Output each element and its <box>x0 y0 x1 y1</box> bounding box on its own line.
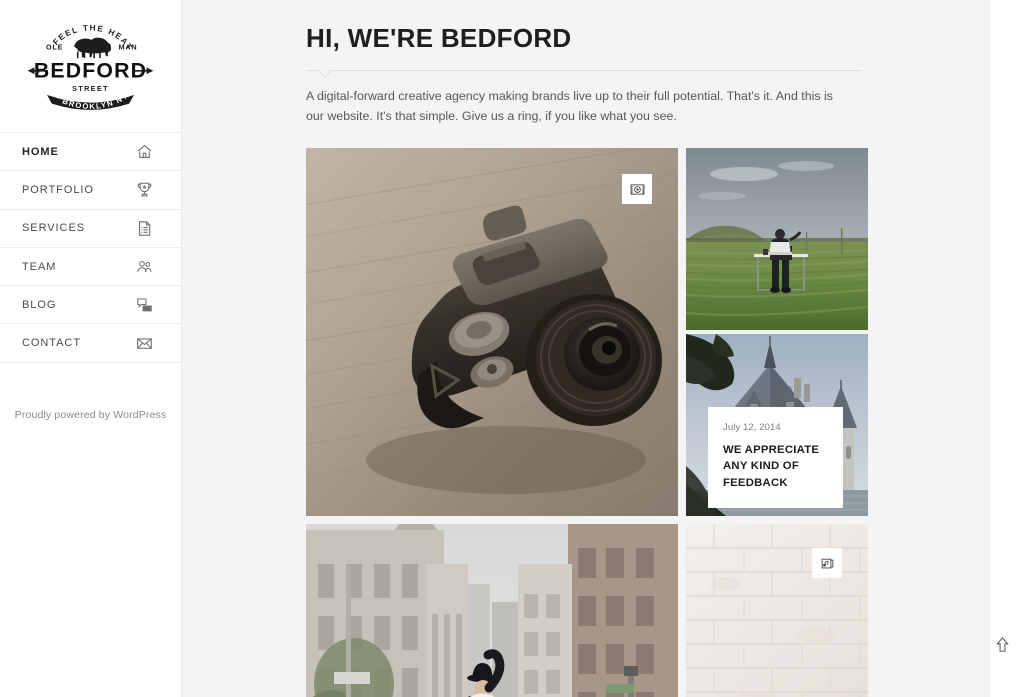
grid-tile-field[interactable] <box>686 148 868 331</box>
scroll-to-top-button[interactable] <box>991 633 1013 655</box>
svg-text:STREET: STREET <box>72 84 109 93</box>
post-format-badge-video[interactable] <box>622 174 652 205</box>
grid-tile-brick[interactable]: 1 SAC EN LOCATION SEL de MER <box>686 524 868 697</box>
right-gutter <box>990 0 1024 697</box>
grid-tile-street[interactable] <box>306 524 678 697</box>
post-card[interactable]: July 12, 2014 WE APPRECIATE ANY KIND OF … <box>708 407 843 508</box>
trophy-icon <box>136 181 153 198</box>
intro-paragraph: A digital-forward creative agency making… <box>306 88 833 124</box>
title-divider <box>306 69 862 71</box>
sidebar-item-portfolio[interactable]: PORTFOLIO <box>0 171 181 210</box>
sidebar-item-label: SERVICES <box>22 222 86 235</box>
site-footer: Proudly powered by WordPress <box>0 409 181 421</box>
page-title: HI, WE'RE BEDFORD <box>306 23 572 53</box>
main-navigation: HOME PORTFOLIO SERVICES TEAM BLOG CONTAC… <box>0 132 181 363</box>
post-format-badge-audio[interactable] <box>812 548 842 579</box>
sidebar-item-label: BLOG <box>22 298 57 311</box>
video-icon <box>630 184 644 195</box>
home-icon <box>136 143 153 160</box>
sidebar-item-label: TEAM <box>22 260 57 273</box>
portfolio-grid: July 12, 2014 WE APPRECIATE ANY KIND OF … <box>306 148 868 697</box>
sidebar-item-team[interactable]: TEAM <box>0 248 181 287</box>
svg-text:OLE: OLE <box>46 43 63 52</box>
scroll-to-top-icon <box>995 636 1009 652</box>
audio-icon <box>821 558 833 569</box>
sidebar-item-label: HOME <box>22 145 59 158</box>
site-logo[interactable]: FEEL THE HEAT OLE MAN BEDFORD STREET BRO… <box>0 0 181 132</box>
bedford-homepage: FEEL THE HEAT OLE MAN BEDFORD STREET BRO… <box>0 0 1024 697</box>
grid-tile-castle[interactable]: July 12, 2014 WE APPRECIATE ANY KIND OF … <box>686 334 868 517</box>
post-title: WE APPRECIATE ANY KIND OF FEEDBACK <box>723 444 820 489</box>
document-icon <box>136 220 153 237</box>
svg-text:BEDFORD: BEDFORD <box>34 59 147 83</box>
street-photo <box>306 524 678 697</box>
sidebar: FEEL THE HEAT OLE MAN BEDFORD STREET BRO… <box>0 0 182 697</box>
field-photo <box>686 148 868 331</box>
bison-icon <box>74 37 112 59</box>
sidebar-item-label: CONTACT <box>22 337 81 350</box>
sidebar-item-label: PORTFOLIO <box>22 183 94 196</box>
grid-tile-camera[interactable] <box>306 148 678 517</box>
chat-icon <box>136 296 153 313</box>
people-icon <box>136 258 153 275</box>
sidebar-item-services[interactable]: SERVICES <box>0 210 181 248</box>
sidebar-item-blog[interactable]: BLOG <box>0 286 181 325</box>
bedford-logo-graphic: FEEL THE HEAT OLE MAN BEDFORD STREET BRO… <box>27 23 154 111</box>
wordpress-credit[interactable]: Proudly powered by WordPress <box>15 409 167 421</box>
svg-text:MAN: MAN <box>119 43 138 52</box>
post-date: July 12, 2014 <box>723 422 781 434</box>
sidebar-item-contact[interactable]: CONTACT <box>0 324 181 363</box>
sidebar-item-home[interactable]: HOME <box>0 133 181 172</box>
envelope-icon <box>136 335 153 352</box>
main-content: HI, WE'RE BEDFORD A digital-forward crea… <box>182 0 1024 697</box>
